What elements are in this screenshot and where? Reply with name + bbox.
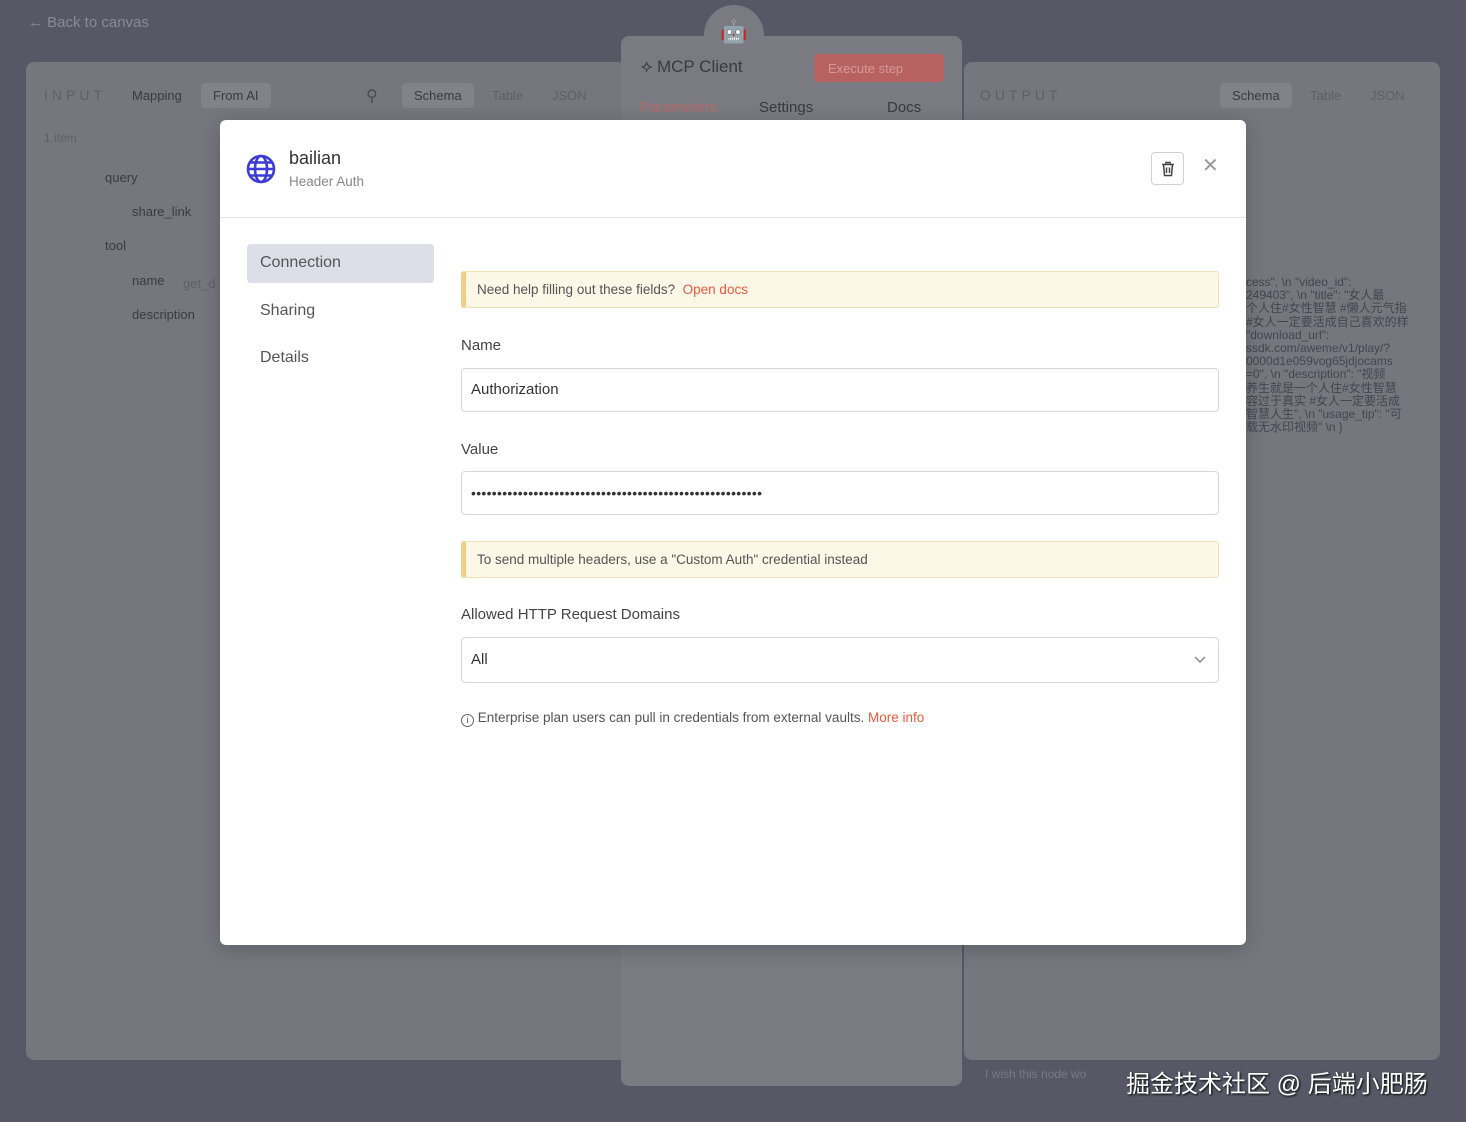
tab-json[interactable]: JSON: [540, 83, 599, 108]
enterprise-text: Enterprise plan users can pull in creden…: [477, 710, 865, 725]
name-label: Name: [461, 337, 502, 354]
tab-from-ai[interactable]: From AI: [201, 83, 271, 108]
output-tab-table[interactable]: Table: [1298, 83, 1353, 108]
output-tab-schema[interactable]: Schema: [1220, 83, 1292, 108]
tree-item-share-link[interactable]: share_link: [132, 204, 191, 219]
tree-item-query[interactable]: query: [105, 170, 138, 185]
nav-connection[interactable]: Connection: [247, 244, 434, 283]
credential-type: Header Auth: [289, 174, 365, 189]
domains-label: Allowed HTTP Request Domains: [461, 606, 680, 623]
info-icon: i: [461, 714, 474, 727]
search-icon[interactable]: ⚲: [366, 86, 378, 106]
credential-name[interactable]: bailian: [289, 148, 341, 169]
globe-icon: [246, 154, 276, 184]
tab-schema[interactable]: Schema: [402, 83, 474, 108]
help-notice: Need help filling out these fields? Open…: [461, 271, 1219, 308]
tree-item-description[interactable]: description: [132, 307, 195, 322]
close-icon[interactable]: ✕: [1202, 153, 1219, 178]
modal-header: bailian Header Auth ✕: [220, 120, 1246, 218]
back-to-canvas-link[interactable]: ← Back to canvas: [28, 14, 149, 31]
domains-selected-value: All: [471, 651, 488, 668]
domains-select[interactable]: All: [461, 637, 1219, 683]
tree-value-name: get_d: [183, 276, 216, 291]
node-title: MCP Client: [656, 57, 743, 76]
credential-modal: bailian Header Auth ✕ Connection Sharing…: [220, 120, 1246, 945]
tab-table[interactable]: Table: [480, 83, 535, 108]
value-password-input[interactable]: ••••••••••••••••••••••••••••••••••••••••…: [461, 471, 1219, 515]
tab-settings[interactable]: Settings: [759, 99, 813, 116]
more-info-link[interactable]: More info: [868, 710, 924, 725]
tab-mapping[interactable]: Mapping: [120, 83, 194, 108]
back-label: Back to canvas: [47, 14, 149, 31]
tree-item-tool[interactable]: tool: [105, 238, 126, 253]
tab-docs[interactable]: Docs: [887, 99, 921, 116]
execute-step-button[interactable]: Execute step: [814, 54, 944, 82]
help-notice-text: Need help filling out these fields?: [477, 282, 676, 297]
tree-item-name[interactable]: name: [132, 273, 165, 288]
input-title: INPUT: [44, 87, 106, 103]
feedback-text: I wish this node wo: [985, 1067, 1087, 1081]
name-input[interactable]: Authorization: [461, 368, 1219, 412]
output-json-snippet: cess", \n "video_id": 249403", \n "title…: [1246, 275, 1409, 435]
chevron-down-icon: [1194, 656, 1206, 663]
value-label: Value: [461, 441, 499, 458]
item-count: 1 item: [44, 131, 77, 145]
tab-parameters[interactable]: Parameters: [640, 99, 718, 116]
nav-details[interactable]: Details: [247, 339, 434, 378]
output-tab-json[interactable]: JSON: [1358, 83, 1417, 108]
open-docs-link[interactable]: Open docs: [683, 282, 748, 297]
headers-notice: To send multiple headers, use a "Custom …: [461, 541, 1219, 578]
watermark: 掘金技术社区 @ 后端小肥肠: [1126, 1071, 1428, 1098]
enterprise-note: i Enterprise plan users can pull in cred…: [461, 710, 924, 727]
delete-button[interactable]: [1151, 152, 1184, 185]
robot-icon: 🤖: [704, 5, 764, 65]
trash-icon: [1162, 161, 1174, 177]
nav-sharing[interactable]: Sharing: [247, 292, 434, 331]
output-title: OUTPUT: [980, 87, 1062, 103]
